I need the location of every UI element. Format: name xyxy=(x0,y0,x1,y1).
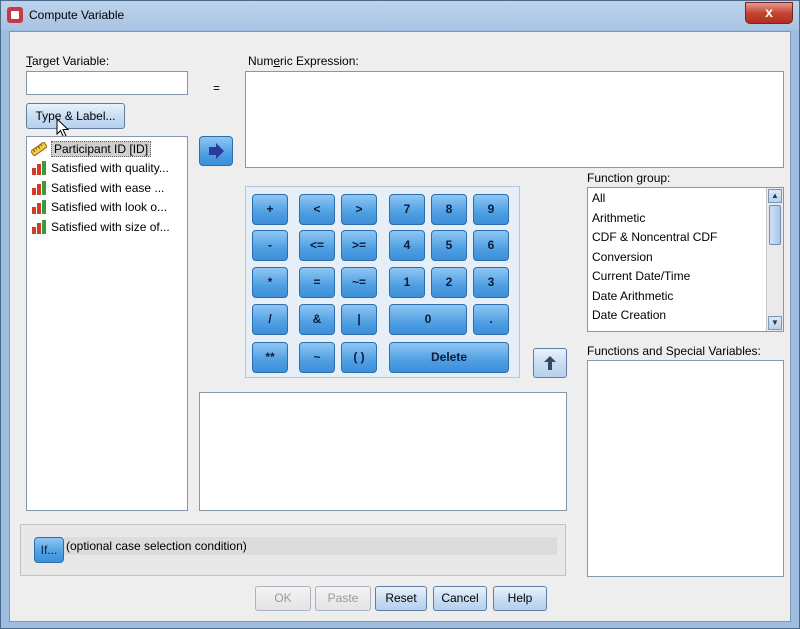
reset-button[interactable]: Reset xyxy=(375,586,427,611)
scroll-down-arrow-icon[interactable]: ▼ xyxy=(768,316,782,330)
move-to-expression-button[interactable] xyxy=(199,136,233,166)
type-and-label-button[interactable]: Type & Label... xyxy=(26,103,125,129)
key-minus[interactable]: - xyxy=(252,230,288,261)
key-8[interactable]: 8 xyxy=(431,194,467,225)
key-less-than[interactable]: < xyxy=(299,194,335,225)
function-group-item[interactable]: Date Arithmetic xyxy=(592,287,673,307)
if-condition-text: (optional case selection condition) xyxy=(64,537,557,555)
key-not[interactable]: ~ xyxy=(299,342,335,373)
key-parentheses[interactable]: ( ) xyxy=(341,342,377,373)
key-and[interactable]: & xyxy=(299,304,335,335)
function-group-item[interactable]: Arithmetic xyxy=(592,209,645,229)
move-function-up-button[interactable] xyxy=(533,348,567,378)
if-button[interactable]: If... xyxy=(34,537,64,563)
variable-item-ease[interactable]: Satisfied with ease ... xyxy=(31,179,164,197)
key-plus[interactable]: + xyxy=(252,194,288,225)
bar-chart-icon xyxy=(32,200,46,214)
key-delete[interactable]: Delete xyxy=(389,342,509,373)
key-decimal[interactable]: . xyxy=(473,304,509,335)
variable-item-participant-id[interactable]: Participant ID [ID] xyxy=(31,140,152,158)
key-not-equal[interactable]: ~= xyxy=(341,267,377,298)
target-variable-label: Target Variable: xyxy=(26,54,110,68)
key-2[interactable]: 2 xyxy=(431,267,467,298)
bar-chart-icon xyxy=(32,161,46,175)
spss-app-icon xyxy=(7,7,23,23)
function-group-item[interactable]: Current Date/Time xyxy=(592,267,690,287)
bar-chart-icon xyxy=(32,181,46,195)
variable-item-size[interactable]: Satisfied with size of... xyxy=(31,218,170,236)
key-9[interactable]: 9 xyxy=(473,194,509,225)
target-variable-input[interactable] xyxy=(26,71,188,95)
close-button[interactable]: x xyxy=(745,2,793,24)
bar-chart-icon xyxy=(32,220,46,234)
function-group-item[interactable]: Conversion xyxy=(592,248,653,268)
function-description-box xyxy=(199,392,567,511)
function-group-label: Function group: xyxy=(587,171,671,185)
arrow-up-icon xyxy=(544,356,556,370)
function-group-item[interactable]: All xyxy=(592,189,605,209)
functions-special-variables-list[interactable] xyxy=(587,360,784,577)
key-6[interactable]: 6 xyxy=(473,230,509,261)
key-greater-equal[interactable]: >= xyxy=(341,230,377,261)
key-equals[interactable]: = xyxy=(299,267,335,298)
source-variable-list[interactable]: Participant ID [ID] Satisfied with quali… xyxy=(26,136,188,511)
cancel-button[interactable]: Cancel xyxy=(433,586,487,611)
ok-button[interactable]: OK xyxy=(255,586,311,611)
variable-item-quality[interactable]: Satisfied with quality... xyxy=(31,159,169,177)
key-greater-than[interactable]: > xyxy=(341,194,377,225)
equals-sign: = xyxy=(213,81,221,95)
numeric-expression-textarea[interactable] xyxy=(245,71,784,168)
arrow-right-icon xyxy=(209,143,224,159)
key-4[interactable]: 4 xyxy=(389,230,425,261)
key-power[interactable]: ** xyxy=(252,342,288,373)
numeric-expression-label: Numeric Expression: xyxy=(248,54,359,68)
function-group-item[interactable]: Date Creation xyxy=(592,306,666,326)
function-group-list[interactable]: All Arithmetic CDF & Noncentral CDF Conv… xyxy=(587,187,784,332)
key-0[interactable]: 0 xyxy=(389,304,467,335)
help-button[interactable]: Help xyxy=(493,586,547,611)
scroll-up-arrow-icon[interactable]: ▲ xyxy=(768,189,782,203)
compute-variable-window: Compute Variable x Target Variable: = Nu… xyxy=(0,0,800,629)
window-title: Compute Variable xyxy=(29,8,125,22)
key-5[interactable]: 5 xyxy=(431,230,467,261)
key-less-equal[interactable]: <= xyxy=(299,230,335,261)
paste-button[interactable]: Paste xyxy=(315,586,371,611)
title-bar[interactable]: Compute Variable x xyxy=(1,1,799,31)
function-group-item[interactable]: CDF & Noncentral CDF xyxy=(592,228,717,248)
scroll-thumb[interactable] xyxy=(769,205,781,245)
key-1[interactable]: 1 xyxy=(389,267,425,298)
key-or[interactable]: | xyxy=(341,304,377,335)
variable-item-look[interactable]: Satisfied with look o... xyxy=(31,198,167,216)
key-divide[interactable]: / xyxy=(252,304,288,335)
key-3[interactable]: 3 xyxy=(473,267,509,298)
mouse-pointer-icon xyxy=(56,118,70,138)
dialog-body: Target Variable: = Numeric Expression: T… xyxy=(9,31,791,622)
ruler-icon xyxy=(31,142,47,156)
key-7[interactable]: 7 xyxy=(389,194,425,225)
function-group-scrollbar[interactable]: ▲ ▼ xyxy=(766,188,783,331)
functions-special-variables-label: Functions and Special Variables: xyxy=(587,344,761,358)
key-multiply[interactable]: * xyxy=(252,267,288,298)
